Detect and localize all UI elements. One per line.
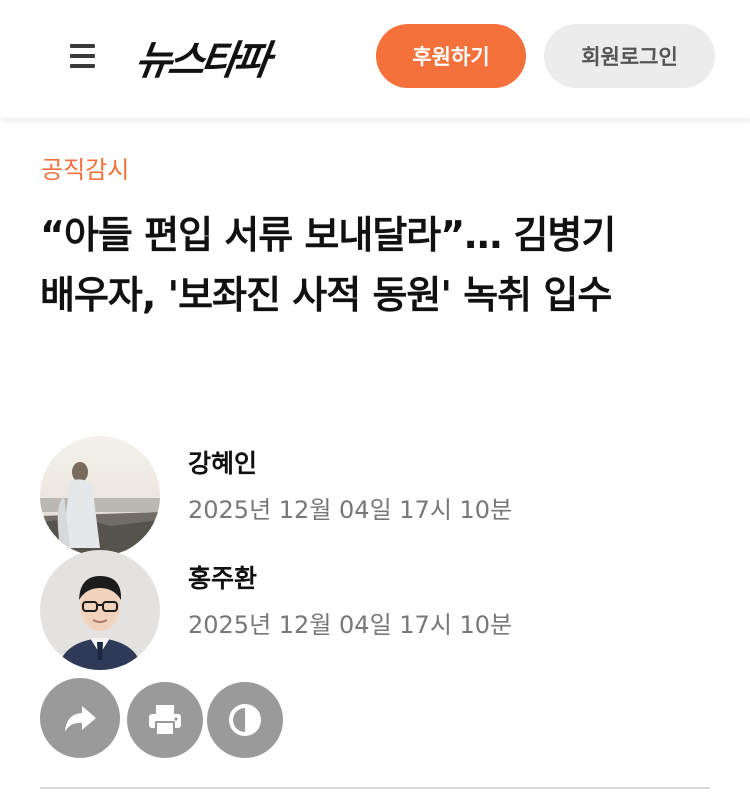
author-name[interactable]: 강혜인 xyxy=(188,444,257,480)
author-byline: 강혜인 2025년 12월 04일 17시 10분 xyxy=(40,436,710,556)
hamburger-menu-icon[interactable] xyxy=(68,43,98,69)
menu-bar xyxy=(70,64,95,68)
print-icon xyxy=(149,705,181,736)
author-photo-seaside xyxy=(40,436,160,556)
contrast-icon xyxy=(229,704,261,736)
login-button[interactable]: 회원로그인 xyxy=(544,24,715,88)
print-button[interactable] xyxy=(127,682,203,758)
publish-date: 2025년 12월 04일 17시 10분 xyxy=(188,611,513,639)
article-title: “아들 편입 서류 보내달라”… 김병기 배우자, '보좌진 사적 동원' 녹취… xyxy=(40,213,616,317)
author-photo-portrait xyxy=(40,550,160,670)
site-logo[interactable]: 뉴스타파 xyxy=(132,28,271,86)
site-header: 뉴스타파 후원하기 회원로그인 xyxy=(0,0,750,118)
menu-bar xyxy=(70,44,95,48)
author-name[interactable]: 홍주환 xyxy=(188,559,257,595)
author-avatar[interactable] xyxy=(40,550,160,670)
menu-bar xyxy=(70,54,95,58)
article-category[interactable]: 공직감시 xyxy=(41,150,129,185)
share-button[interactable] xyxy=(40,678,120,758)
author-byline: 홍주환 2025년 12월 04일 17시 10분 xyxy=(40,550,710,671)
publish-date: 2025년 12월 04일 17시 10분 xyxy=(188,496,513,524)
section-divider xyxy=(40,787,710,789)
author-avatar[interactable] xyxy=(40,436,160,556)
share-icon xyxy=(65,706,96,732)
donate-button[interactable]: 후원하기 xyxy=(376,24,526,88)
contrast-button[interactable] xyxy=(207,682,283,758)
